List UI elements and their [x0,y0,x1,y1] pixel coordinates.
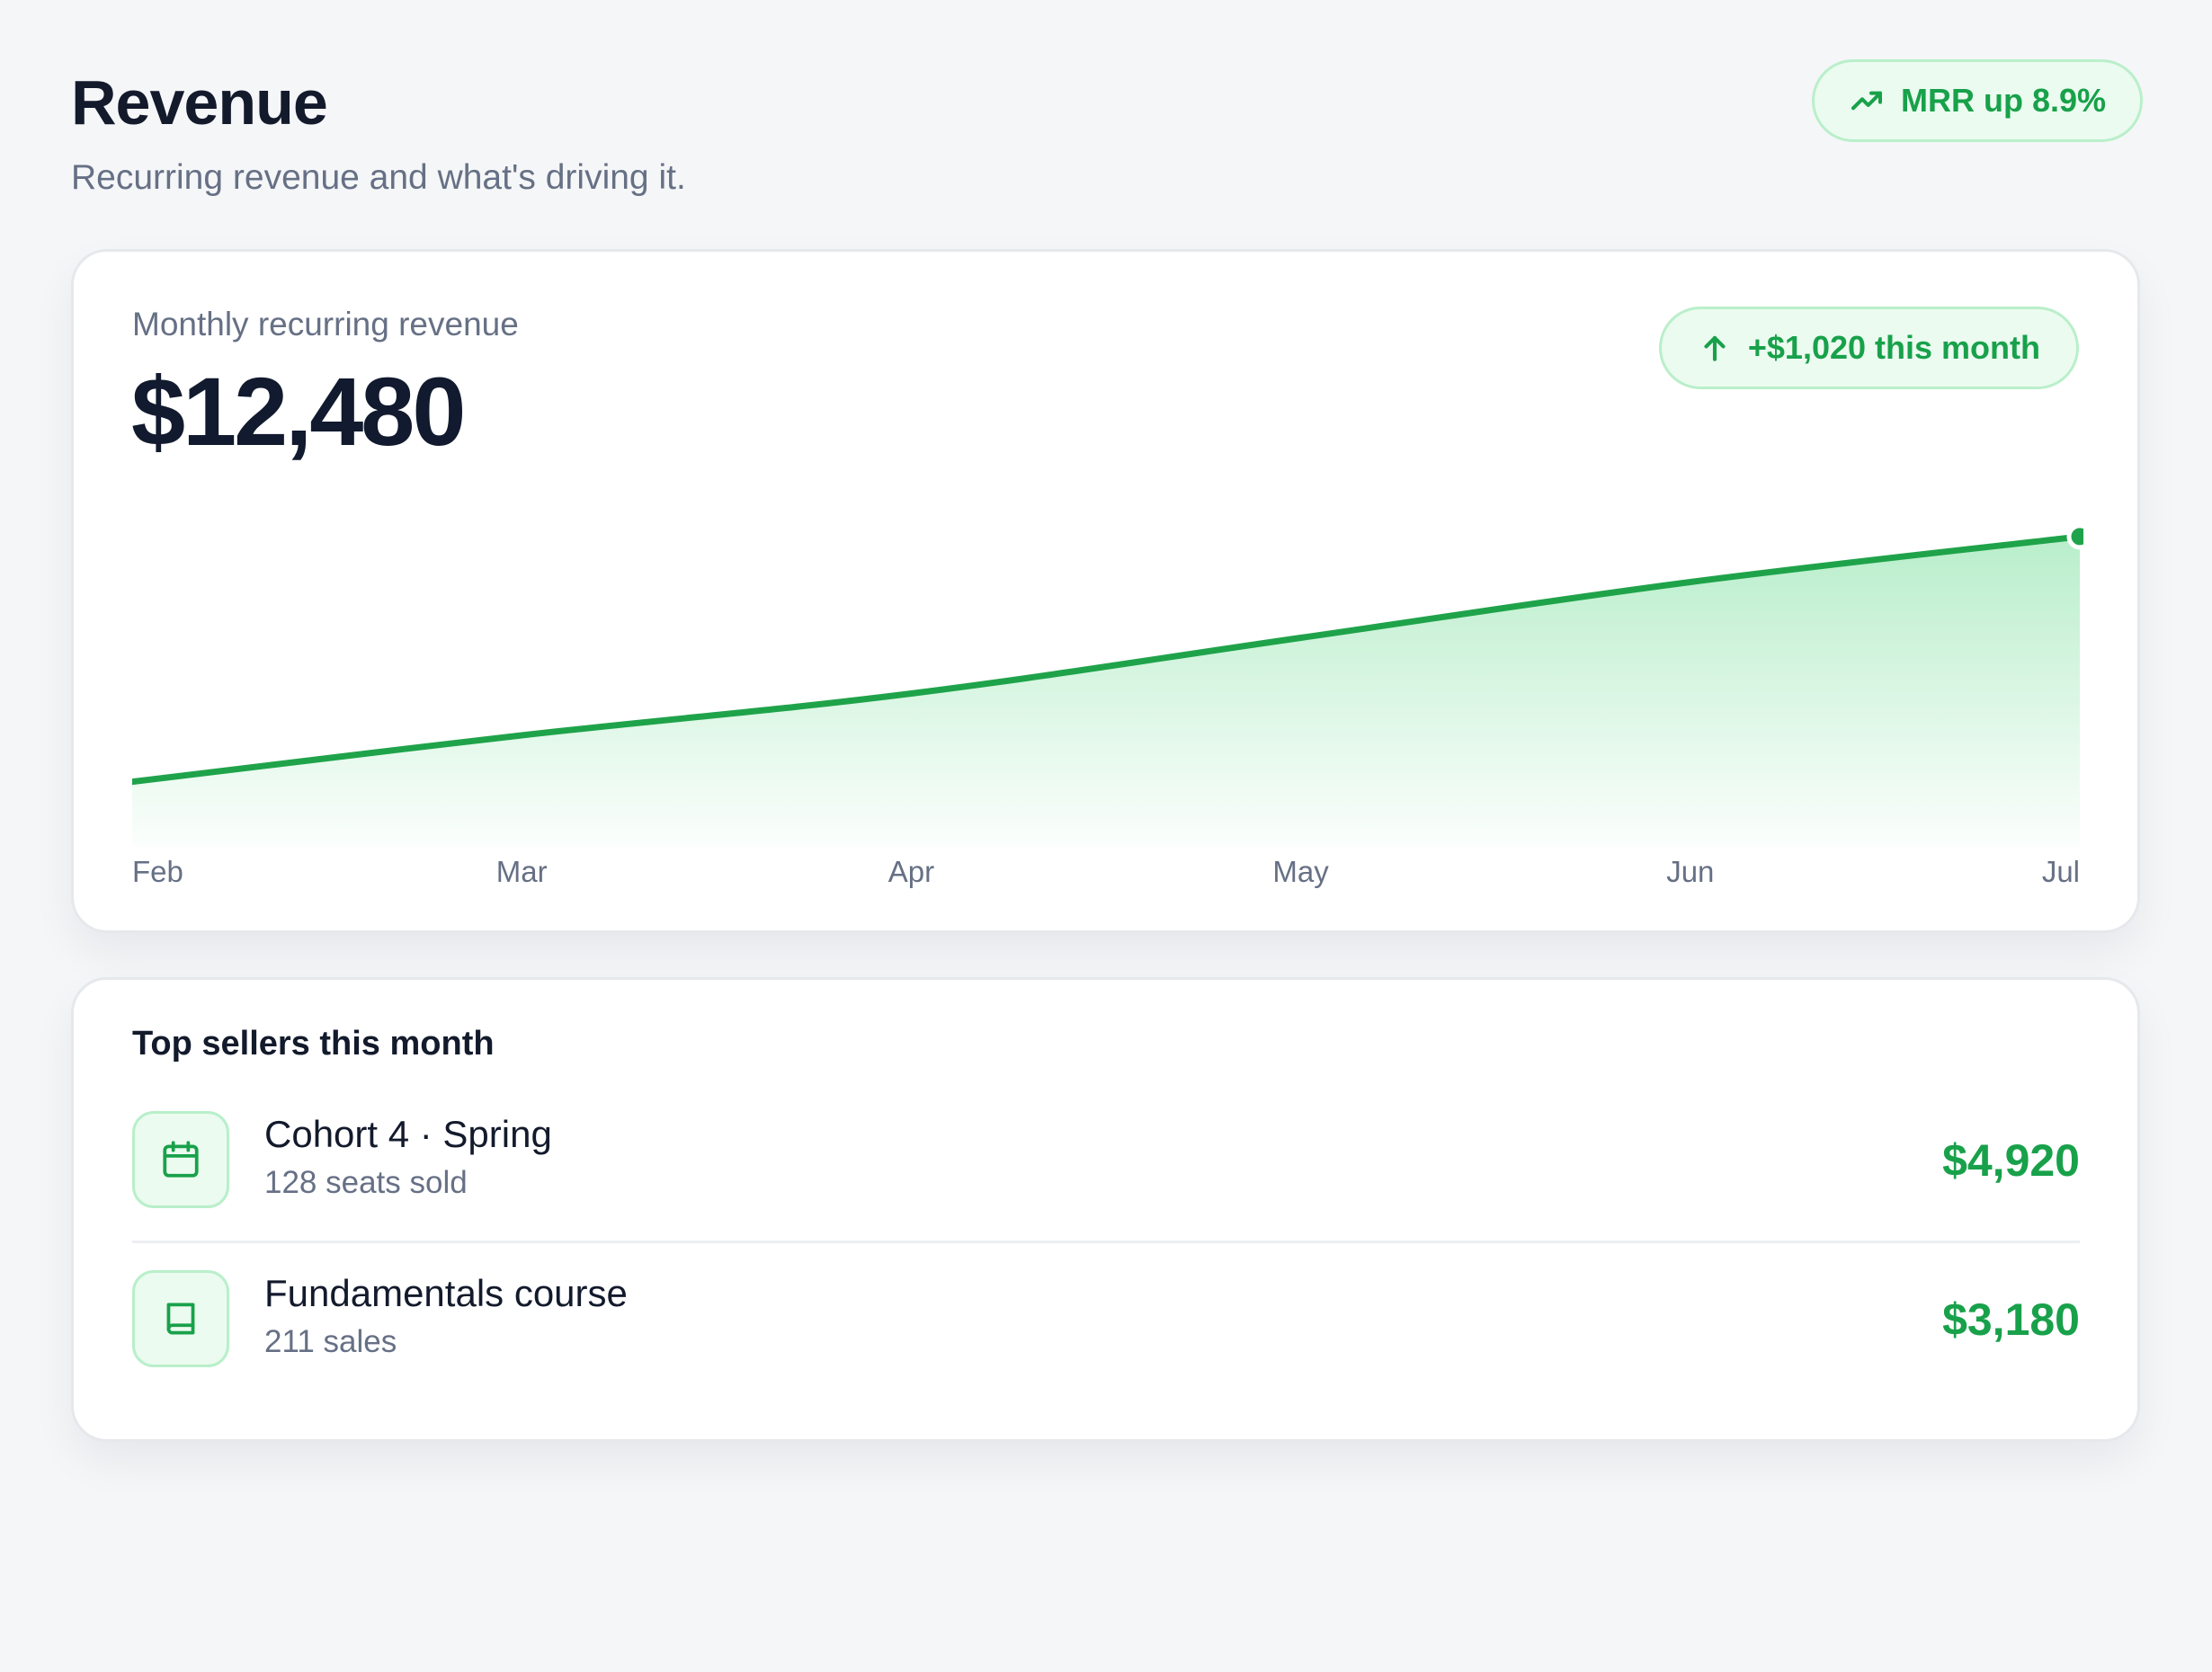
page-subtitle: Recurring revenue and what's driving it. [71,158,686,197]
calendar-icon [132,1111,229,1208]
x-tick-label: Apr [888,855,934,888]
mrr-delta-badge: +$1,020 this month [1658,307,2079,389]
row-divider [132,1241,2080,1243]
seller-name: Fundamentals course [264,1272,628,1314]
x-tick-label: Mar [496,855,548,888]
x-tick-label: Feb [132,855,183,888]
mrr-change-badge: MRR up 8.9% [1811,59,2143,142]
x-tick-label: Jul [2042,855,2080,888]
book-icon [132,1270,229,1367]
seller-meta: 211 sales [264,1324,397,1359]
mrr-value: $12,480 [131,357,466,466]
seller-row[interactable]: Cohort 4 · Spring 128 seats sold $4,920 [132,1111,2080,1210]
mrr-label: Monthly recurring revenue [132,306,519,342]
mrr-delta-badge-label: +$1,020 this month [1747,329,2040,366]
top-sellers-card: Top sellers this month Cohort 4 · Spring… [71,977,2140,1442]
seller-amount: $4,920 [1942,1135,2080,1186]
x-tick-label: Jun [1666,855,1714,888]
arrow-up-icon [1698,331,1732,365]
seller-meta: 128 seats sold [264,1165,468,1200]
x-tick-label: May [1272,855,1329,888]
seller-name: Cohort 4 · Spring [264,1113,552,1155]
mrr-change-badge-label: MRR up 8.9% [1900,82,2106,119]
chart-area-fill [132,536,2080,847]
top-sellers-title: Top sellers this month [132,1025,495,1063]
mrr-area-chart: Feb Mar Apr May Jun Jul [132,523,2083,888]
chart-point [2066,523,2083,550]
seller-row[interactable]: Fundamentals course 211 sales $3,180 [132,1270,2080,1369]
mrr-card: Monthly recurring revenue $12,480 +$1,02… [71,249,2140,933]
seller-amount: $3,180 [1942,1294,2080,1345]
revenue-page: Revenue Recurring revenue and what's dri… [0,0,2212,1672]
trending-up-icon [1849,83,1885,119]
